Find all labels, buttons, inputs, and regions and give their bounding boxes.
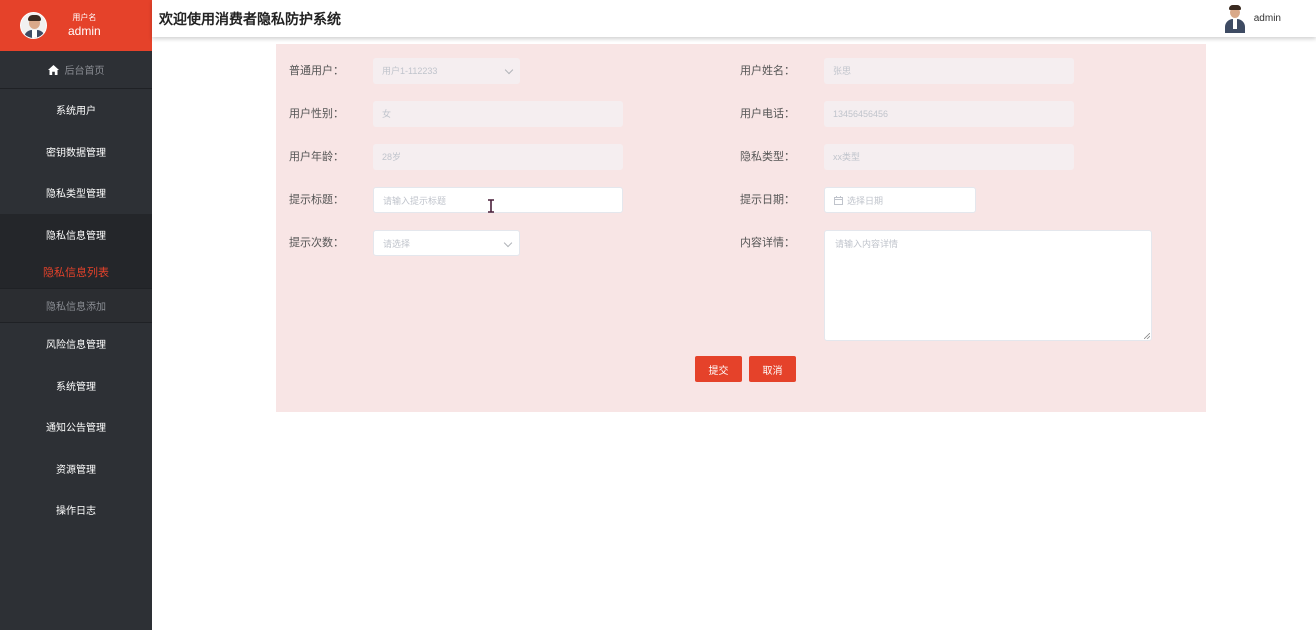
- phone-field: 13456456456: [824, 101, 1074, 127]
- privacy-type-field: xx类型: [824, 144, 1074, 170]
- tip-date-picker[interactable]: 选择日期: [824, 187, 976, 213]
- sidebar-item-notices[interactable]: 通知公告管理: [0, 406, 152, 448]
- tip-count-select[interactable]: 请选择: [373, 230, 520, 256]
- age-field: 28岁: [373, 144, 623, 170]
- sidebar-item-label: 系统管理: [56, 381, 96, 393]
- avatar: [20, 12, 47, 39]
- tip-count-label: 提示次数：: [289, 237, 344, 249]
- age-value: 28岁: [382, 152, 402, 162]
- sidebar-item-home[interactable]: 后台首页: [0, 51, 152, 89]
- header: 欢迎使用消费者隐私防护系统 admin: [152, 0, 1316, 37]
- gender-label: 用户性别：: [289, 108, 344, 120]
- sidebar-item-label: 密钥数据管理: [46, 147, 106, 159]
- user-name-label: 用户姓名：: [740, 65, 795, 77]
- sidebar-item-logs[interactable]: 操作日志: [0, 489, 152, 531]
- tip-date-label: 提示日期：: [740, 194, 795, 206]
- tip-count-placeholder: 请选择: [383, 239, 411, 249]
- home-icon: [47, 64, 59, 75]
- content-placeholder: 请输入内容详情: [835, 239, 899, 249]
- sidebar-item-system-manage[interactable]: 系统管理: [0, 365, 152, 407]
- tip-title-input[interactable]: 请输入提示标题: [373, 187, 623, 213]
- sidebar-item-label: 隐私信息列表: [43, 266, 109, 279]
- gender-field: 女: [373, 101, 623, 127]
- sidebar-item-label: 隐私类型管理: [46, 189, 106, 201]
- sidebar-subitem-privacy-list[interactable]: 隐私信息列表: [0, 255, 152, 289]
- user-name-value: 张思: [833, 66, 852, 76]
- sidebar-subitem-privacy-add[interactable]: 隐私信息添加: [0, 289, 152, 323]
- resize-handle-icon[interactable]: [1144, 333, 1150, 339]
- submit-button[interactable]: 提交: [695, 356, 742, 382]
- phone-value: 13456456456: [833, 109, 889, 119]
- age-label: 用户年龄：: [289, 151, 344, 163]
- sidebar-item-label: 系统用户: [56, 106, 96, 118]
- sidebar-item-label: 风险信息管理: [46, 340, 106, 352]
- sidebar-item-resources[interactable]: 资源管理: [0, 448, 152, 490]
- user-box: 用户名 admin: [0, 0, 152, 51]
- sidebar-item-label: 资源管理: [56, 464, 96, 476]
- user-name: admin: [68, 24, 101, 38]
- sidebar-item-privacy-types[interactable]: 隐私类型管理: [0, 172, 152, 214]
- header-username[interactable]: admin: [1254, 13, 1281, 24]
- sidebar-item-label: 通知公告管理: [46, 423, 106, 435]
- page-title: 欢迎使用消费者隐私防护系统: [159, 10, 341, 27]
- header-user[interactable]: admin: [1224, 4, 1281, 33]
- cancel-button[interactable]: 取消: [749, 356, 796, 382]
- user-name-field: 张思: [824, 58, 1074, 84]
- sidebar-item-privacy-info[interactable]: 隐私信息管理: [0, 213, 152, 255]
- form-panel: 普通用户： 用户1-112233 用户姓名： 张思 用户性别： 女 用户电话： …: [276, 44, 1206, 412]
- tip-title-placeholder: 请输入提示标题: [383, 196, 447, 206]
- sidebar: 用户名 admin 后台首页 系统用户 密钥数据管理 隐私类型管理 隐私信息管理…: [0, 0, 152, 630]
- user-label: 用户名: [72, 13, 97, 22]
- sidebar-item-label: 隐私信息添加: [46, 302, 106, 313]
- sidebar-item-label: 隐私信息管理: [46, 230, 106, 242]
- submit-label: 提交: [708, 365, 729, 377]
- phone-label: 用户电话：: [740, 108, 795, 120]
- sidebar-item-system-users[interactable]: 系统用户: [0, 89, 152, 131]
- sidebar-item-risk-info[interactable]: 风险信息管理: [0, 323, 152, 365]
- tip-date-placeholder: 选择日期: [847, 196, 884, 206]
- user-info: 用户名 admin: [68, 13, 101, 38]
- privacy-type-label: 隐私类型：: [740, 151, 795, 163]
- user-select-value: 用户1-112233: [382, 66, 438, 76]
- sidebar-item-label: 后台首页: [64, 66, 105, 77]
- cancel-label: 取消: [762, 365, 783, 377]
- tip-title-label: 提示标题：: [289, 194, 344, 206]
- header-avatar[interactable]: [1224, 4, 1246, 33]
- gender-value: 女: [382, 109, 392, 119]
- privacy-type-value: xx类型: [833, 152, 861, 162]
- text-cursor-icon: [488, 199, 494, 213]
- user-select: 用户1-112233: [373, 58, 520, 84]
- user-select-label: 普通用户：: [289, 65, 344, 77]
- sidebar-item-key-data[interactable]: 密钥数据管理: [0, 131, 152, 173]
- calendar-icon: [834, 196, 843, 206]
- chevron-down-icon: [503, 238, 513, 248]
- sidebar-item-label: 操作日志: [56, 506, 96, 518]
- content-label: 内容详情：: [740, 237, 795, 249]
- content-textarea[interactable]: 请输入内容详情: [824, 230, 1152, 341]
- chevron-down-icon: [504, 65, 514, 75]
